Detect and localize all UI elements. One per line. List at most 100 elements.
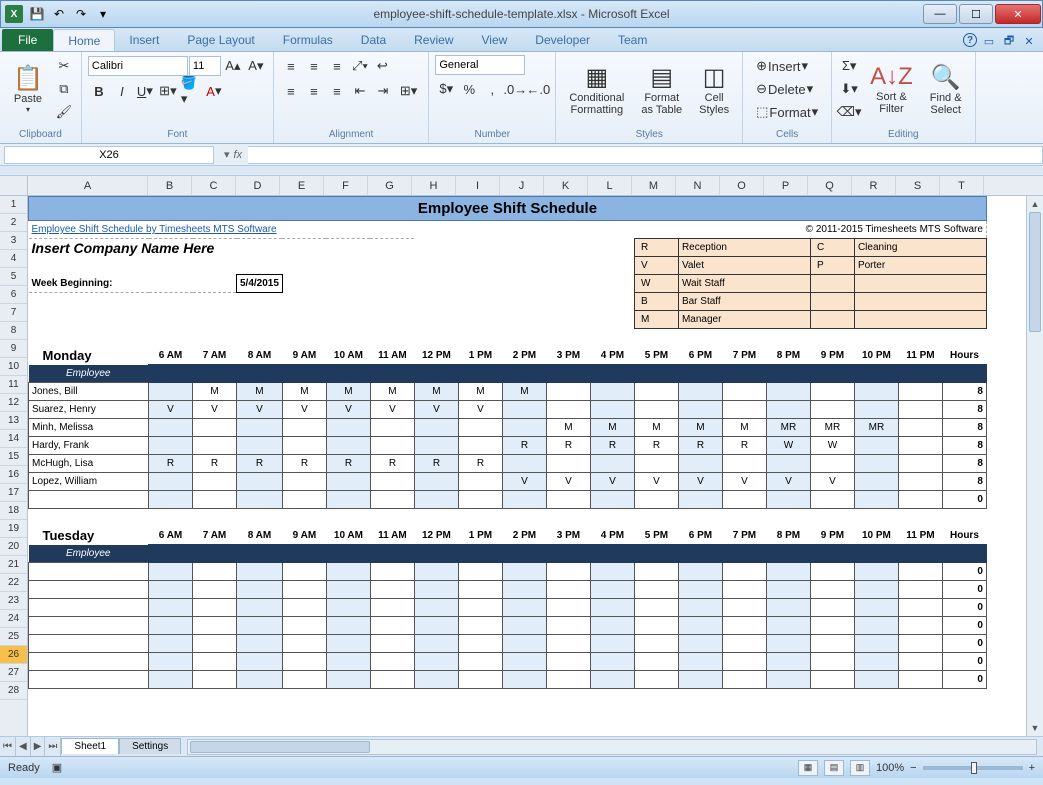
- cell[interactable]: 8: [942, 473, 986, 491]
- row-header[interactable]: 13: [0, 412, 27, 430]
- cell[interactable]: [370, 653, 414, 671]
- font-color-button[interactable]: A▾: [203, 80, 225, 102]
- cell[interactable]: [546, 383, 590, 401]
- cell[interactable]: V: [590, 473, 634, 491]
- cell[interactable]: [854, 401, 898, 419]
- cell[interactable]: [370, 473, 414, 491]
- cell[interactable]: [370, 581, 414, 599]
- cell[interactable]: [458, 581, 502, 599]
- cell[interactable]: [854, 383, 898, 401]
- cell[interactable]: [458, 473, 502, 491]
- cell[interactable]: [29, 617, 149, 635]
- cell[interactable]: R: [546, 437, 590, 455]
- cell[interactable]: [590, 581, 634, 599]
- macro-record-icon[interactable]: ▣: [52, 761, 62, 774]
- tab-formulas[interactable]: Formulas: [269, 29, 347, 51]
- zoom-slider[interactable]: [923, 766, 1023, 770]
- cell[interactable]: M: [590, 419, 634, 437]
- row-header[interactable]: 1: [0, 196, 27, 214]
- cell[interactable]: 7 AM: [193, 527, 237, 545]
- cell[interactable]: M: [458, 383, 502, 401]
- col-header[interactable]: Q: [808, 176, 852, 195]
- cell[interactable]: [326, 617, 370, 635]
- col-header[interactable]: F: [324, 176, 368, 195]
- cell[interactable]: [678, 653, 722, 671]
- col-header[interactable]: N: [676, 176, 720, 195]
- cell[interactable]: Lopez, William: [29, 473, 149, 491]
- cell[interactable]: [810, 581, 854, 599]
- cell[interactable]: [766, 581, 810, 599]
- cell[interactable]: V: [678, 473, 722, 491]
- cell[interactable]: [282, 419, 326, 437]
- cell[interactable]: [502, 419, 546, 437]
- cell[interactable]: [854, 473, 898, 491]
- page-break-view-icon[interactable]: ▥: [850, 760, 870, 776]
- name-box[interactable]: [4, 146, 214, 164]
- cell[interactable]: [370, 635, 414, 653]
- cell[interactable]: [414, 599, 458, 617]
- cell[interactable]: V: [149, 401, 193, 419]
- cell[interactable]: 9 PM: [810, 527, 854, 545]
- cell[interactable]: [29, 257, 371, 275]
- cell[interactable]: 7 PM: [722, 527, 766, 545]
- cell[interactable]: 1 PM: [458, 347, 502, 365]
- cell[interactable]: R: [502, 437, 546, 455]
- cell[interactable]: [722, 671, 766, 689]
- hscroll-thumb[interactable]: [190, 741, 370, 753]
- cell[interactable]: [854, 491, 898, 509]
- cell[interactable]: Week Beginning:: [29, 275, 237, 293]
- cell[interactable]: Hours: [942, 347, 986, 365]
- cell[interactable]: [898, 563, 942, 581]
- cell[interactable]: [326, 437, 370, 455]
- cell[interactable]: [502, 653, 546, 671]
- row-header[interactable]: 25: [0, 628, 27, 646]
- cell[interactable]: 8: [942, 401, 986, 419]
- cell[interactable]: [898, 455, 942, 473]
- cell[interactable]: [678, 491, 722, 509]
- cell[interactable]: [282, 671, 326, 689]
- spreadsheet-table[interactable]: Employee Shift ScheduleEmployee Shift Sc…: [28, 196, 987, 707]
- cell[interactable]: 10 AM: [326, 347, 370, 365]
- cell[interactable]: 8 PM: [766, 527, 810, 545]
- cell[interactable]: 0: [942, 653, 986, 671]
- cell[interactable]: [370, 437, 414, 455]
- cell[interactable]: [237, 491, 283, 509]
- ribbon-minimize-icon[interactable]: ▭: [981, 33, 997, 49]
- cell[interactable]: [193, 599, 237, 617]
- cell[interactable]: [766, 653, 810, 671]
- cell[interactable]: [458, 635, 502, 653]
- maximize-button[interactable]: ☐: [959, 4, 993, 24]
- cell[interactable]: 2 PM: [502, 347, 546, 365]
- cell[interactable]: 9 PM: [810, 347, 854, 365]
- undo-icon[interactable]: ↶: [49, 4, 69, 24]
- cell[interactable]: Manager: [678, 311, 810, 329]
- cell[interactable]: M: [237, 383, 283, 401]
- cell[interactable]: [854, 653, 898, 671]
- cell[interactable]: [458, 563, 502, 581]
- cell[interactable]: [458, 599, 502, 617]
- row-header[interactable]: 3: [0, 232, 27, 250]
- cell[interactable]: [634, 491, 678, 509]
- cell[interactable]: [854, 455, 898, 473]
- cell[interactable]: V: [326, 401, 370, 419]
- cell[interactable]: [590, 401, 634, 419]
- cell[interactable]: 8 AM: [237, 527, 283, 545]
- cell[interactable]: [237, 653, 283, 671]
- cell[interactable]: [29, 293, 371, 311]
- cell[interactable]: [722, 383, 766, 401]
- zoom-in-icon[interactable]: +: [1029, 762, 1035, 774]
- cell[interactable]: [29, 635, 149, 653]
- cell[interactable]: M: [370, 383, 414, 401]
- cell[interactable]: [810, 491, 854, 509]
- align-left-icon[interactable]: ≡: [280, 80, 302, 102]
- tab-review[interactable]: Review: [400, 29, 467, 51]
- cell[interactable]: [678, 581, 722, 599]
- cell[interactable]: [722, 401, 766, 419]
- tab-data[interactable]: Data: [347, 29, 400, 51]
- cell[interactable]: 5 PM: [634, 347, 678, 365]
- cell[interactable]: [149, 473, 193, 491]
- cell[interactable]: [678, 635, 722, 653]
- cell[interactable]: [29, 491, 149, 509]
- cell[interactable]: [502, 581, 546, 599]
- cell[interactable]: [326, 635, 370, 653]
